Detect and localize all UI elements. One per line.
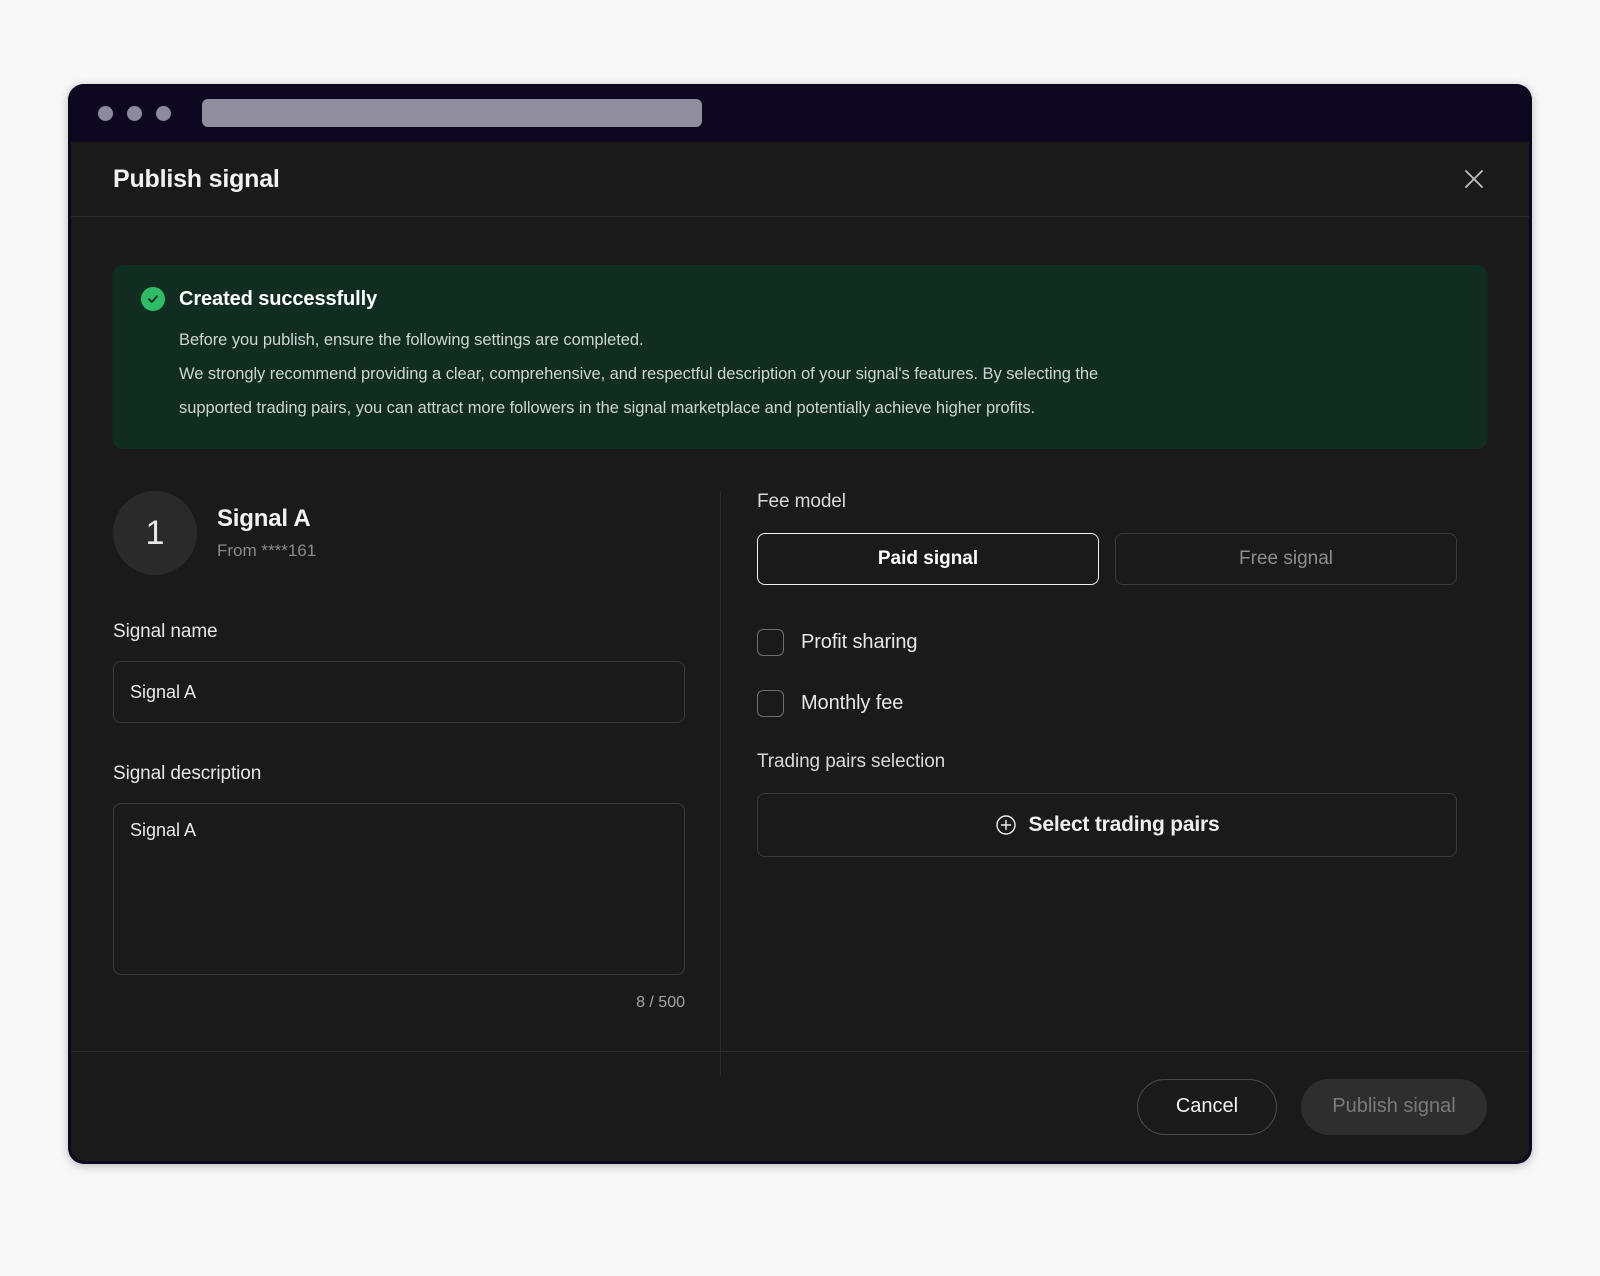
modal-content: Created successfully Before you publish,… bbox=[71, 217, 1529, 1087]
modal-header: Publish signal bbox=[71, 142, 1529, 217]
signal-account-source: From ****161 bbox=[217, 541, 317, 560]
page-root: Publish signal Created successfully Befo… bbox=[0, 0, 1600, 1276]
fee-model-segmented-control: Paid signal Free signal bbox=[757, 533, 1487, 585]
check-circle-icon bbox=[141, 287, 165, 311]
signal-identity: 1 Signal A From ****161 bbox=[113, 491, 720, 575]
signal-badge-number: 1 bbox=[113, 491, 197, 575]
banner-line: supported trading pairs, you can attract… bbox=[179, 399, 1036, 417]
signal-name-input[interactable] bbox=[113, 661, 685, 723]
close-icon[interactable] bbox=[1457, 162, 1491, 196]
window-maximize-icon[interactable] bbox=[156, 105, 171, 121]
profit-sharing-label: Profit sharing bbox=[801, 631, 918, 653]
signal-description-textarea[interactable] bbox=[113, 803, 685, 975]
monthly-fee-row[interactable]: Monthly fee bbox=[757, 690, 1487, 717]
monthly-fee-label: Monthly fee bbox=[801, 692, 904, 714]
browser-titlebar bbox=[68, 84, 1532, 142]
cancel-button[interactable]: Cancel bbox=[1137, 1078, 1277, 1135]
left-column: 1 Signal A From ****161 Signal name Sign… bbox=[113, 491, 721, 1076]
page-title: Publish signal bbox=[113, 164, 280, 193]
signal-name-heading: Signal A bbox=[217, 505, 311, 532]
select-trading-pairs-label: Select trading pairs bbox=[1028, 813, 1220, 836]
right-column: Fee model Paid signal Free signal Profit… bbox=[721, 491, 1487, 1076]
signal-description-label: Signal description bbox=[113, 763, 262, 784]
banner-line: Before you publish, ensure the following… bbox=[179, 331, 644, 349]
modal-footer: Cancel Publish signal bbox=[71, 1051, 1529, 1161]
signal-description-field: Signal description 8 / 500 bbox=[113, 763, 720, 1012]
fee-model-label: Fee model bbox=[757, 491, 846, 512]
form-columns: 1 Signal A From ****161 Signal name Sign… bbox=[113, 491, 1487, 1076]
publish-signal-button[interactable]: Publish signal bbox=[1301, 1078, 1487, 1135]
address-bar[interactable] bbox=[202, 99, 702, 127]
signal-name-label: Signal name bbox=[113, 621, 218, 642]
character-counter: 8 / 500 bbox=[636, 994, 685, 1011]
trading-pairs-label: Trading pairs selection bbox=[757, 751, 946, 772]
banner-header: Created successfully bbox=[141, 287, 1459, 311]
fee-option-free-signal[interactable]: Free signal bbox=[1115, 533, 1457, 585]
window-minimize-icon[interactable] bbox=[127, 105, 142, 121]
banner-body: Before you publish, ensure the following… bbox=[141, 323, 1459, 425]
traffic-lights bbox=[98, 105, 171, 121]
banner-line: We strongly recommend providing a clear,… bbox=[179, 365, 1099, 383]
browser-window: Publish signal Created successfully Befo… bbox=[68, 84, 1532, 1164]
profit-sharing-checkbox[interactable] bbox=[757, 629, 784, 656]
window-close-icon[interactable] bbox=[98, 105, 113, 121]
publish-signal-modal: Publish signal Created successfully Befo… bbox=[71, 142, 1529, 1161]
plus-circle-icon bbox=[995, 814, 1017, 836]
signal-name-field: Signal name bbox=[113, 621, 720, 723]
profit-sharing-row[interactable]: Profit sharing bbox=[757, 629, 1487, 656]
signal-identity-text: Signal A From ****161 bbox=[217, 505, 316, 561]
fee-option-paid-signal[interactable]: Paid signal bbox=[757, 533, 1099, 585]
select-trading-pairs-button[interactable]: Select trading pairs bbox=[757, 793, 1457, 857]
monthly-fee-checkbox[interactable] bbox=[757, 690, 784, 717]
banner-title: Created successfully bbox=[179, 287, 378, 310]
success-banner: Created successfully Before you publish,… bbox=[113, 265, 1487, 449]
